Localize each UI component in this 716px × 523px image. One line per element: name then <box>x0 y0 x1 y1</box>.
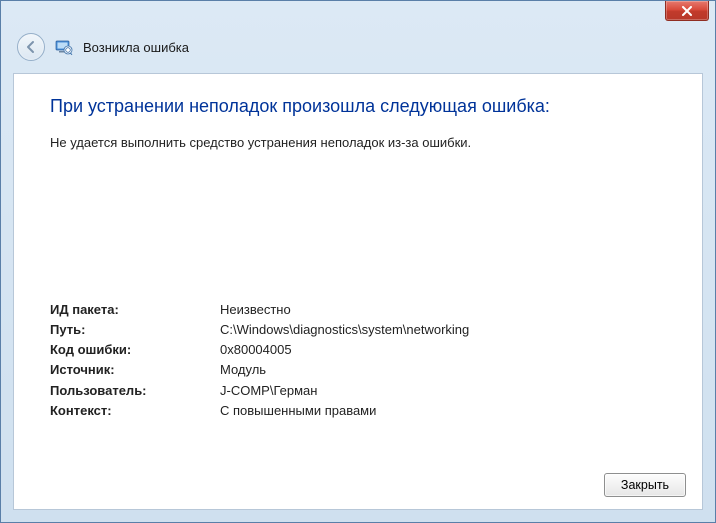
detail-row-user: Пользователь: J-COMP\Герман <box>50 381 666 401</box>
header-row: Возникла ошибка <box>1 29 715 73</box>
close-icon <box>681 6 693 16</box>
error-heading: При устранении неполадок произошла следу… <box>50 96 666 117</box>
close-button[interactable]: Закрыть <box>604 473 686 497</box>
detail-row-package-id: ИД пакета: Неизвестно <box>50 300 666 320</box>
detail-row-source: Источник: Модуль <box>50 360 666 380</box>
titlebar <box>1 1 715 29</box>
detail-value: 0x80004005 <box>220 340 666 360</box>
error-message: Не удается выполнить средство устранения… <box>50 135 666 150</box>
detail-table: ИД пакета: Неизвестно Путь: C:\Windows\d… <box>50 300 666 421</box>
detail-value: Неизвестно <box>220 300 666 320</box>
detail-value: С повышенными правами <box>220 401 666 421</box>
detail-label: Контекст: <box>50 401 220 421</box>
window-close-button[interactable] <box>665 1 709 21</box>
detail-row-error-code: Код ошибки: 0x80004005 <box>50 340 666 360</box>
detail-label: Источник: <box>50 360 220 380</box>
arrow-left-icon <box>24 40 38 54</box>
detail-value: C:\Windows\diagnostics\system\networking <box>220 320 666 340</box>
button-row: Закрыть <box>604 473 686 497</box>
window-title: Возникла ошибка <box>83 40 189 55</box>
detail-value: J-COMP\Герман <box>220 381 666 401</box>
troubleshoot-icon <box>55 38 73 56</box>
detail-label: Код ошибки: <box>50 340 220 360</box>
content-panel: При устранении неполадок произошла следу… <box>13 73 703 510</box>
detail-value: Модуль <box>220 360 666 380</box>
detail-label: Пользователь: <box>50 381 220 401</box>
detail-row-context: Контекст: С повышенными правами <box>50 401 666 421</box>
detail-label: Путь: <box>50 320 220 340</box>
back-button[interactable] <box>17 33 45 61</box>
detail-row-path: Путь: C:\Windows\diagnostics\system\netw… <box>50 320 666 340</box>
detail-label: ИД пакета: <box>50 300 220 320</box>
